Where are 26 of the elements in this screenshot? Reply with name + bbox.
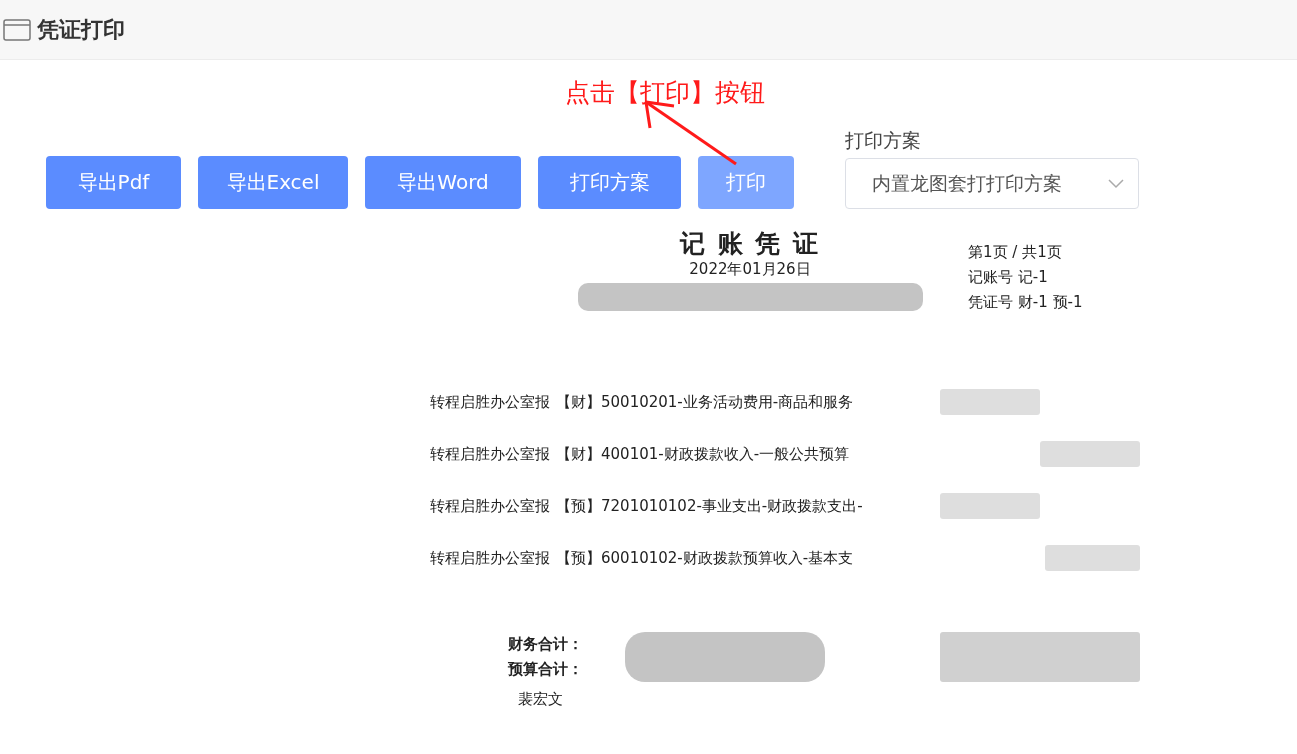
toolbar-button[interactable]: 打印方案 [538,156,681,209]
account-cell: 【财】50010201-业务活动费用-商品和服务 [556,392,854,412]
total-label: 预算合计： [508,659,584,680]
toolbar-button[interactable]: 打印 [698,156,794,209]
record-number: 记账号 记-1 [968,268,1049,287]
voucher-title: 记 账 凭 证 [679,228,821,260]
window-icon [3,18,31,41]
page-info: 第1页 / 共1页 [968,243,1063,262]
account-cell: 【预】60010102-财政拨款预算收入-基本支 [556,548,854,568]
account-cell: 【预】7201010102-事业支出-财政拨款支出- [556,496,863,516]
page-title: 凭证打印 [37,15,125,44]
summary-cell: 转程启胜办公室报 [430,496,550,516]
signer-name: 裴宏文 [518,690,564,709]
voucher-number: 凭证号 财-1 预-1 [968,293,1083,312]
toolbar-button[interactable]: 导出Pdf [46,156,181,209]
toolbar-button[interactable]: 导出Excel [198,156,348,209]
chevron-down-icon [1108,178,1124,189]
scheme-select[interactable]: 内置龙图套打打印方案 [845,158,1139,209]
total-label: 财务合计： [508,634,584,655]
account-cell: 【财】400101-财政拨款收入-一般公共预算 [556,444,850,464]
summary-cell: 转程启胜办公室报 [430,548,550,568]
select-label: 打印方案 [845,128,922,153]
toolbar-button[interactable]: 导出Word [365,156,521,209]
voucher-date: 2022年01月26日 [689,260,811,279]
summary-cell: 转程启胜办公室报 [430,444,550,464]
summary-cell: 转程启胜办公室报 [430,392,550,412]
